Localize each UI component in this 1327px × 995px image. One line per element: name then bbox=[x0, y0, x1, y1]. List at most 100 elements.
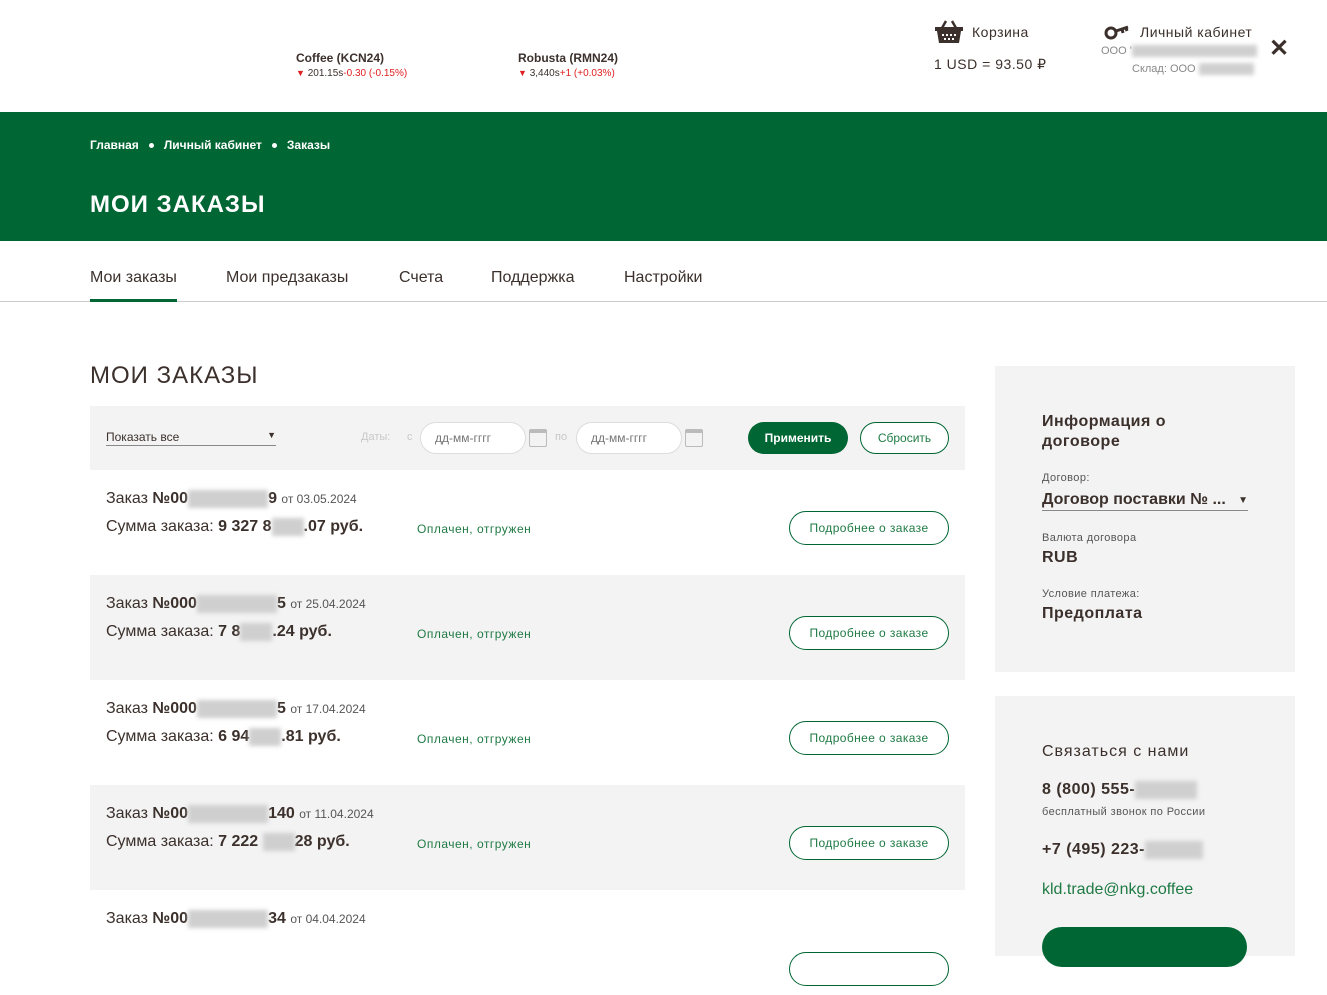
sum-end: 28 руб. bbox=[294, 833, 350, 851]
order-date: 04.04.2024 bbox=[305, 912, 366, 927]
tab-preorders[interactable]: Мои предзаказы bbox=[226, 269, 348, 299]
ticker-change: +1 (+0.03%) bbox=[559, 68, 615, 79]
order-sum: Сумма заказа: 7 8 .24 руб. bbox=[106, 623, 332, 641]
order-number: Заказ №00 34 от 04.04.2024 bbox=[106, 910, 366, 928]
sum-end: .07 руб. bbox=[303, 518, 364, 536]
sum-label: Сумма заказа: bbox=[106, 728, 214, 746]
contract-info-panel: Информация о договоре Договор: Договор п… bbox=[995, 366, 1295, 672]
breadcrumb-home[interactable]: Главная bbox=[90, 138, 139, 152]
ticker-price: 3,440s bbox=[529, 68, 560, 79]
order-row: Заказ №000 5 от 17.04.2024 Сумма заказа: 6… bbox=[90, 680, 965, 785]
calendar-icon[interactable] bbox=[529, 429, 547, 447]
order-num-start: №000 bbox=[152, 700, 197, 718]
tab-support[interactable]: Поддержка bbox=[491, 269, 574, 299]
order-number: Заказ №000 5 от 17.04.2024 bbox=[106, 700, 366, 718]
sum-start: 7 8 bbox=[218, 623, 241, 641]
contact-panel: Связаться с нами 8 (800) 555- бесплатный… bbox=[995, 696, 1295, 967]
cart-link[interactable]: Корзина bbox=[934, 20, 1029, 44]
dropdown-arrow-icon: ▼ bbox=[1238, 495, 1248, 506]
filter-bar: Показать все ▼ Даты: с по Применить Сброс… bbox=[90, 406, 965, 470]
tab-invoices[interactable]: Счета bbox=[399, 269, 443, 299]
contact-button[interactable] bbox=[1042, 927, 1247, 967]
order-num-end: 5 bbox=[276, 595, 286, 613]
show-select[interactable]: Показать все ▼ bbox=[106, 430, 276, 446]
tab-settings[interactable]: Настройки bbox=[624, 269, 702, 299]
page-header bbox=[0, 112, 1327, 241]
calendar-icon[interactable] bbox=[685, 429, 703, 447]
order-details-button[interactable]: Подробнее о заказе bbox=[789, 721, 949, 755]
dropdown-arrow-icon: ▼ bbox=[267, 430, 276, 440]
order-date: 17.04.2024 bbox=[305, 702, 366, 717]
from-label: от bbox=[290, 597, 303, 612]
order-status: Оплачен, отгружен bbox=[417, 522, 532, 536]
from-label: от bbox=[299, 807, 312, 822]
order-num-start: №000 bbox=[152, 595, 197, 613]
order-number: Заказ №00 9 от 03.05.2024 bbox=[106, 490, 357, 508]
order-details-button[interactable]: Подробнее о заказе bbox=[789, 616, 949, 650]
breadcrumb-account[interactable]: Личный кабинет bbox=[164, 138, 262, 152]
to-label: по bbox=[555, 431, 568, 443]
order-row: Заказ №00 34 от 04.04.2024 bbox=[90, 890, 965, 995]
order-num-end: 5 bbox=[276, 700, 286, 718]
payment-label: Условие платежа: bbox=[1042, 588, 1140, 600]
from-label: от bbox=[290, 912, 303, 927]
order-sum: Сумма заказа: 6 94 .81 руб. bbox=[106, 728, 341, 746]
show-select-value: Показать все bbox=[106, 430, 180, 444]
exchange-rate: 1 USD = 93.50 ₽ bbox=[934, 56, 1047, 72]
from-label: от bbox=[290, 702, 303, 717]
warehouse-prefix: Склад: ООО bbox=[1132, 63, 1196, 75]
company-prefix: ООО ' bbox=[1101, 45, 1132, 57]
order-row: Заказ №00 9 от 03.05.2024 Сумма заказа: 9 … bbox=[90, 470, 965, 575]
from-label: от bbox=[281, 492, 294, 507]
company-name: ООО ' bbox=[1101, 45, 1257, 58]
contract-label: Договор: bbox=[1042, 472, 1090, 484]
payment-value: Предоплата bbox=[1042, 605, 1143, 622]
apply-button[interactable]: Применить bbox=[748, 422, 848, 454]
order-label: Заказ bbox=[106, 700, 148, 718]
phone-1-note: бесплатный звонок по России bbox=[1042, 806, 1206, 818]
order-label: Заказ bbox=[106, 910, 148, 928]
page-title: МОИ ЗАКАЗЫ bbox=[90, 191, 266, 218]
order-date: 25.04.2024 bbox=[305, 597, 366, 612]
order-row: Заказ №000 5 от 25.04.2024 Сумма заказа: 7… bbox=[90, 575, 965, 680]
contract-select[interactable]: Договор поставки № ... ▼ bbox=[1042, 491, 1248, 511]
order-details-button[interactable] bbox=[789, 952, 949, 986]
order-label: Заказ bbox=[106, 595, 148, 613]
sum-end: .24 руб. bbox=[272, 623, 332, 641]
email-link[interactable]: kld.trade@nkg.coffee bbox=[1042, 881, 1193, 899]
phone-1-text: 8 (800) 555- bbox=[1042, 781, 1136, 799]
reset-button[interactable]: Сбросить bbox=[860, 422, 949, 454]
contact-title: Связаться с нами bbox=[1042, 743, 1190, 760]
down-arrow-icon: ▼ bbox=[296, 68, 305, 78]
sum-start: 9 327 8 bbox=[218, 518, 272, 536]
order-num-start: №00 bbox=[152, 805, 189, 823]
close-icon[interactable]: ✕ bbox=[1269, 34, 1289, 63]
sum-label: Сумма заказа: bbox=[106, 518, 214, 536]
date-from-input[interactable] bbox=[420, 422, 526, 454]
tab-my-orders[interactable]: Мои заказы bbox=[90, 269, 177, 302]
order-details-button[interactable]: Подробнее о заказе bbox=[789, 511, 949, 545]
order-label: Заказ bbox=[106, 805, 148, 823]
order-label: Заказ bbox=[106, 490, 148, 508]
breadcrumb-orders: Заказы bbox=[286, 138, 331, 152]
down-arrow-icon: ▼ bbox=[518, 68, 527, 78]
sum-label: Сумма заказа: bbox=[106, 833, 214, 851]
order-details-button[interactable]: Подробнее о заказе bbox=[789, 826, 949, 860]
phone-1[interactable]: 8 (800) 555- bbox=[1042, 781, 1198, 799]
order-num-end: 9 bbox=[268, 490, 277, 508]
account-link[interactable]: Личный кабинет bbox=[1104, 24, 1252, 40]
sum-label: Сумма заказа: bbox=[106, 623, 214, 641]
contract-info-title: Информация о договоре bbox=[1042, 413, 1167, 450]
phone-2[interactable]: +7 (495) 223- bbox=[1042, 841, 1204, 859]
phone-2-text: +7 (495) 223- bbox=[1042, 841, 1146, 859]
order-number: Заказ №000 5 от 25.04.2024 bbox=[106, 595, 366, 613]
order-sum: Сумма заказа: 9 327 8 .07 руб. bbox=[106, 518, 363, 536]
key-icon bbox=[1104, 25, 1129, 40]
order-date: 11.04.2024 bbox=[314, 807, 374, 822]
basket-icon bbox=[935, 20, 963, 43]
date-to-input[interactable] bbox=[576, 422, 682, 454]
contract-value: Договор поставки № ... bbox=[1042, 491, 1226, 508]
dates-label: Даты: bbox=[361, 431, 391, 443]
cart-label: Корзина bbox=[972, 24, 1029, 40]
currency-label: Валюта договора bbox=[1042, 532, 1137, 544]
